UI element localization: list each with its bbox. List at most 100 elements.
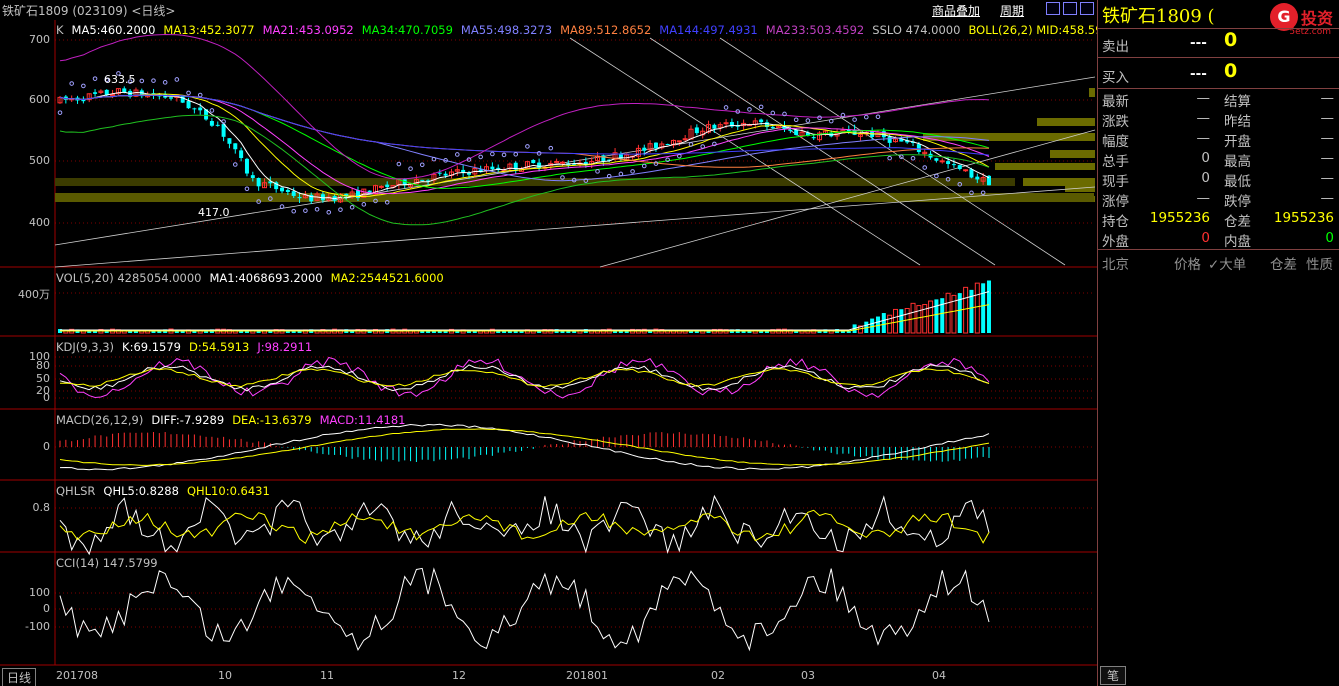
macd-legend-item: DIFF:-7.9289: [151, 413, 225, 427]
candle-body: [443, 173, 448, 176]
vol-legend: VOL(5,20) 4285054.0000 MA1:4068693.2000 MA…: [56, 271, 452, 285]
main-legend-item: MA34:470.7059: [361, 23, 453, 37]
sar-dot: [162, 80, 168, 85]
volume-bar: [940, 298, 945, 333]
candle-body: [963, 169, 969, 172]
sar-dot: [279, 204, 285, 209]
candle-body: [385, 184, 390, 188]
kdj-y-label: 0: [43, 391, 50, 404]
volume-profile-bar: [1023, 178, 1095, 186]
vol-ma2-line: [60, 304, 990, 332]
sar-dot: [548, 145, 554, 151]
candle-body: [770, 126, 775, 129]
candle-body: [682, 138, 688, 141]
sar-dot: [525, 144, 530, 149]
volume-bar: [963, 286, 969, 334]
quote-label: 最高: [1224, 154, 1251, 170]
quote-row: 涨停 — 跌停 —: [1102, 190, 1334, 210]
macd-legend-item: MACD:11.4181: [319, 413, 406, 427]
macd-legend-item: DEA:-13.6379: [232, 413, 312, 427]
period-link[interactable]: 周期: [1000, 2, 1024, 19]
quote-row: 持仓 1955236 仓差 1955236: [1102, 210, 1334, 230]
qhlsr-legend-item: QHL10:0.6431: [186, 484, 270, 498]
volume-bar: [934, 299, 939, 333]
high-annotation: 633.5: [104, 73, 136, 86]
sar-dot: [536, 151, 542, 156]
side-tab-ticks[interactable]: 笔: [1100, 666, 1127, 685]
sar-dot: [197, 92, 203, 98]
volume-profile-bar: [1050, 150, 1095, 158]
layout-button-1[interactable]: [1046, 2, 1060, 15]
candle-body: [975, 176, 980, 180]
x-axis-label: 201708: [56, 669, 98, 682]
candle-body: [723, 122, 729, 125]
quote-label: 开盘: [1224, 134, 1251, 150]
qhl5-line: [59, 494, 990, 556]
brand-logo: G 投资 5etz.com: [1269, 3, 1333, 37]
volume-bar: [945, 292, 951, 334]
quote-label: 总手: [1102, 154, 1129, 170]
sar-dot: [641, 163, 647, 169]
candle-body: [256, 178, 261, 187]
logo-text: 投资: [1300, 9, 1333, 28]
period-tab[interactable]: 日线: [2, 668, 37, 686]
kline-chart-area[interactable]: 铁矿石1809 (023109) <日线> 商品叠加 周期 K MA5:460.2…: [0, 0, 1158, 686]
sar-dot: [338, 207, 343, 212]
sar-dot: [501, 152, 507, 158]
tick-col-bigorder[interactable]: ✓大单: [1208, 253, 1246, 273]
x-axis-label: 11: [320, 669, 334, 682]
kdj-legend: KDJ(9,3,3) K:69.1579 D:54.5913 J:98.2911: [56, 340, 320, 354]
sar-dot: [922, 165, 928, 170]
buy-price: ---: [1190, 66, 1207, 82]
volume-bar: [981, 283, 986, 333]
volume-bar: [986, 280, 991, 333]
macd-legend: MACD(26,12,9) DIFF:-7.9289 DEA:-13.6379 MAC…: [56, 413, 413, 427]
sar-dot: [303, 208, 308, 213]
candle-body: [887, 136, 892, 143]
sell-volume: 0: [1224, 29, 1238, 51]
sar-dot: [595, 169, 600, 174]
candle-body: [420, 179, 425, 181]
volume-profile-bar: [995, 163, 1095, 170]
sar-dot: [314, 206, 320, 212]
candle-body: [811, 137, 816, 139]
volume-profile-bar: [1089, 88, 1095, 97]
main-legend-item: MA144:497.4931: [659, 23, 758, 37]
contract-name: 铁矿石1809 (: [1102, 6, 1215, 27]
commodity-overlay-link[interactable]: 商品叠加: [932, 2, 980, 19]
macd-legend-item: MACD(26,12,9): [56, 413, 144, 427]
candle-body: [198, 107, 203, 111]
quote-row: 幅度 — 开盘 —: [1102, 130, 1334, 150]
quote-label: 涨跌: [1102, 114, 1129, 130]
candle-body: [239, 150, 244, 158]
layout-button-3[interactable]: [1080, 2, 1094, 15]
candle-body: [490, 166, 495, 170]
sar-dot: [361, 202, 367, 207]
quote-value: 1955236: [1149, 210, 1210, 226]
quote-label: 仓差: [1224, 214, 1251, 230]
sar-dot: [852, 117, 857, 122]
buy-label: 买入: [1102, 70, 1129, 86]
sar-dot: [863, 114, 869, 120]
volume-bar: [928, 300, 934, 334]
main-legend-item: MA233:503.4592: [765, 23, 865, 37]
quote-value: —: [1196, 130, 1211, 146]
quote-value: 0: [1325, 230, 1334, 246]
volume-profile-bar: [1037, 118, 1095, 126]
candle-body: [461, 169, 466, 173]
sar-dot: [396, 161, 402, 167]
quote-row: 现手 0 最低 —: [1102, 170, 1334, 190]
sar-dot: [630, 169, 635, 174]
volume-bar: [916, 305, 922, 334]
sar-dot: [174, 77, 180, 82]
qhlsr-y-label: 0.8: [32, 501, 51, 514]
quote-label: 最低: [1224, 174, 1251, 190]
main-legend-item: K: [56, 23, 64, 37]
main-legend-item: MA5:460.2000: [71, 23, 156, 37]
volume-bar: [881, 313, 886, 333]
buy-row: 买入 --- 0: [1102, 60, 1334, 88]
main-legend-item: MA55:498.3273: [460, 23, 553, 37]
candle-body: [531, 160, 536, 164]
sar-dot: [455, 152, 460, 157]
layout-button-2[interactable]: [1063, 2, 1077, 15]
